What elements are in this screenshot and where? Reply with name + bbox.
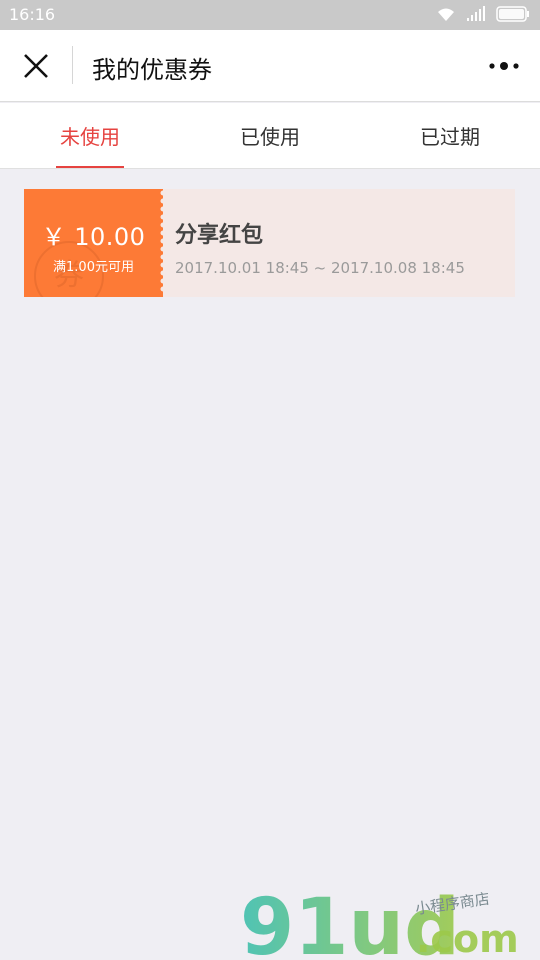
close-icon	[24, 54, 48, 78]
coupon-tabs: 未使用 已使用 已过期	[0, 103, 540, 169]
coupon-name: 分享红包	[175, 223, 264, 248]
coupon-card[interactable]: 券 ￥ 10.00 满1.00元可用 分享红包 2017.10.01 18:45…	[24, 189, 515, 297]
coupon-value-panel: 券 ￥ 10.00 满1.00元可用	[24, 189, 163, 297]
watermark-domain-text: .com	[416, 917, 519, 960]
coupon-info-panel: 分享红包 2017.10.01 18:45 ~ 2017.10.08 18:45	[163, 189, 515, 297]
tab-used[interactable]: 已使用	[180, 103, 360, 168]
coupon-condition: 满1.00元可用	[53, 260, 134, 275]
close-button[interactable]	[20, 50, 52, 82]
nav-bar: 我的优惠券	[0, 30, 540, 102]
status-time: 16:16	[9, 5, 56, 24]
battery-icon	[496, 6, 530, 22]
coupon-amount: ￥ 10.00	[41, 223, 146, 251]
perforation-edge	[160, 190, 163, 292]
signal-icon	[466, 6, 486, 22]
more-button[interactable]	[486, 56, 522, 76]
more-dots-icon	[489, 62, 519, 70]
nav-divider	[72, 46, 73, 84]
coupon-validity-period: 2017.10.01 18:45 ~ 2017.10.08 18:45	[175, 259, 465, 277]
watermark-logo: 91ud .com 小程序商店	[240, 880, 540, 960]
wifi-icon	[436, 6, 456, 22]
page-title: 我的优惠券	[92, 56, 212, 84]
status-bar: 16:16	[0, 0, 540, 30]
tab-unused[interactable]: 未使用	[0, 103, 180, 168]
tab-expired[interactable]: 已过期	[360, 103, 540, 168]
